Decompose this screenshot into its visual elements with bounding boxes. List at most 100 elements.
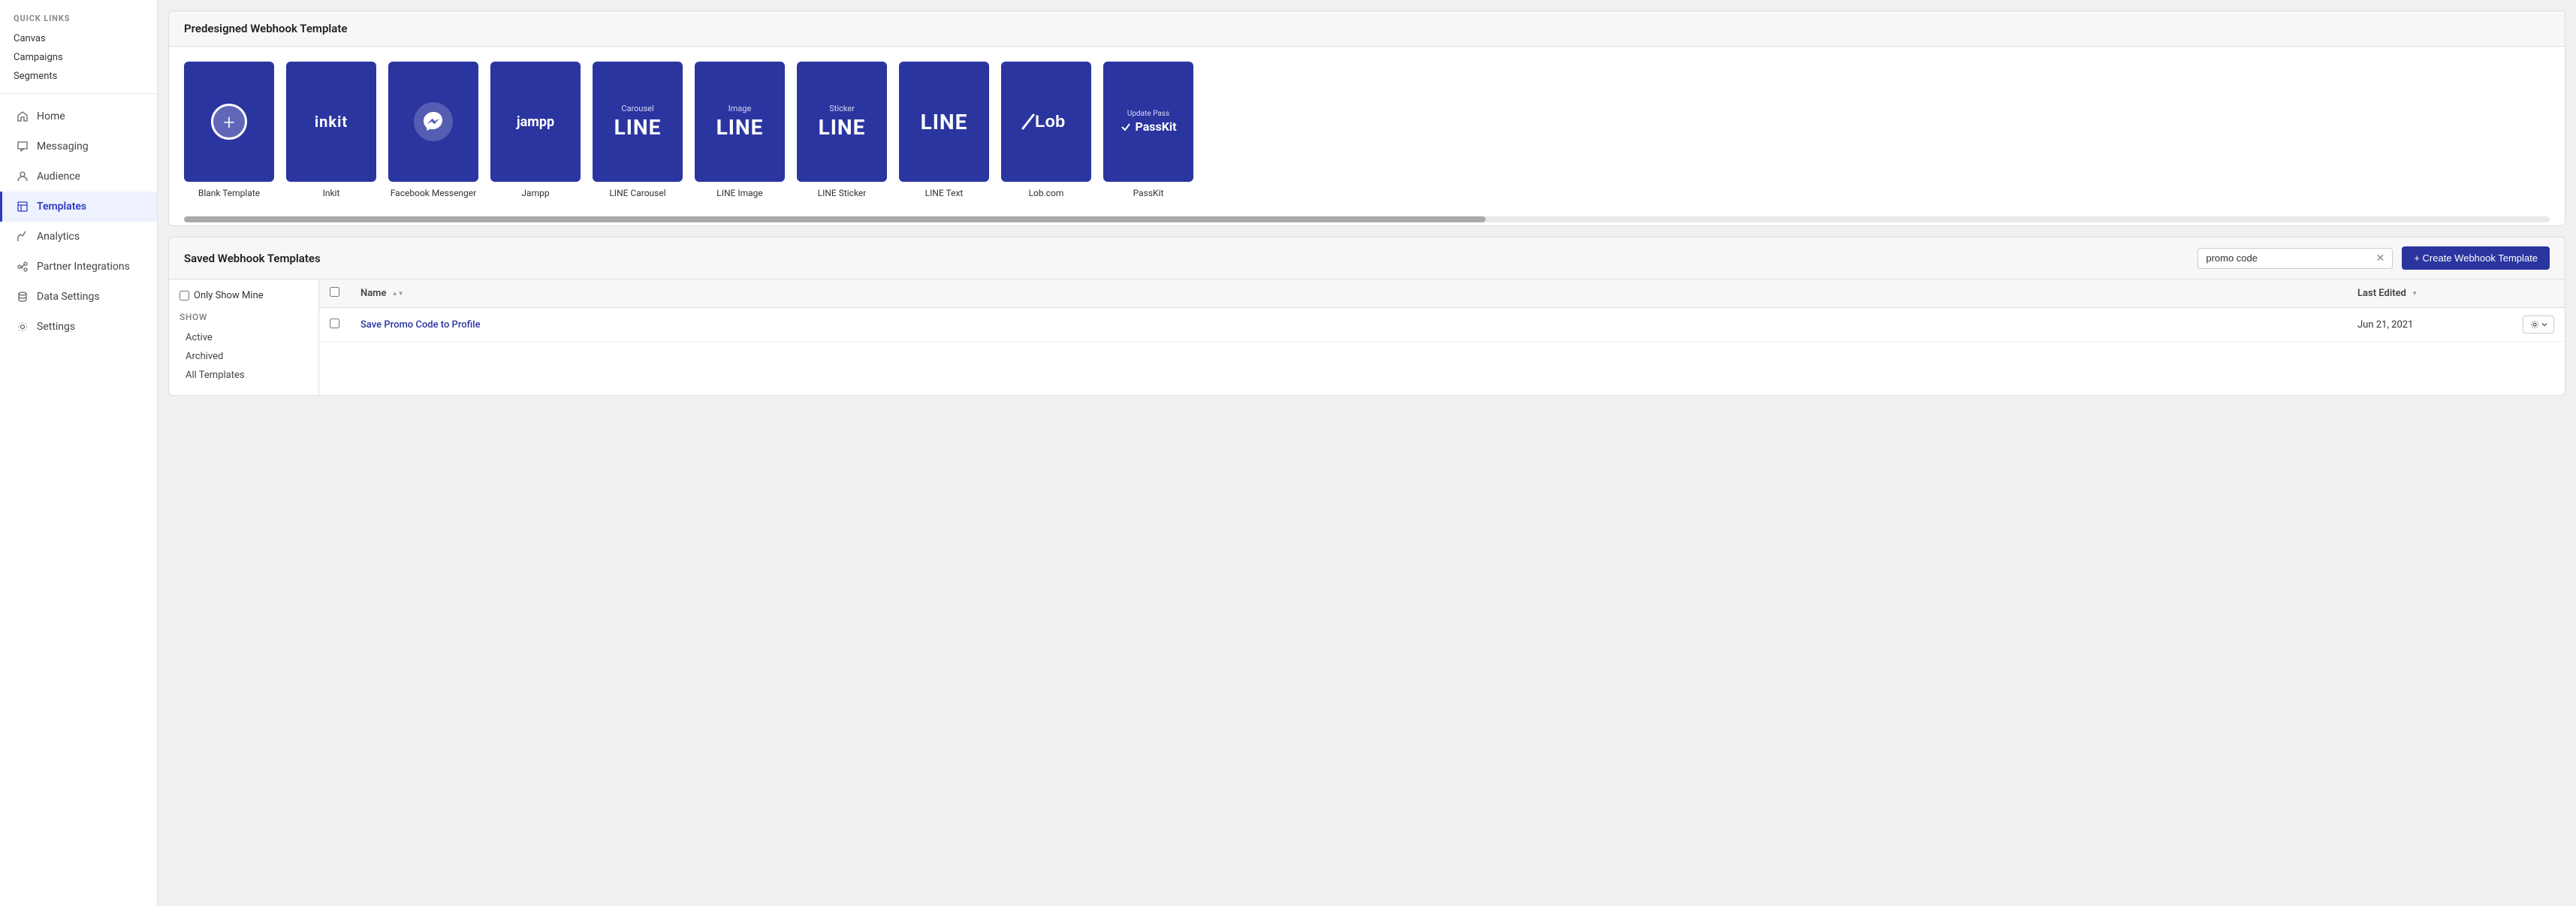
- passkit-logo: PassKit: [1120, 119, 1176, 134]
- sidebar-item-messaging-label: Messaging: [37, 140, 89, 153]
- template-card-label-messenger: Facebook Messenger: [391, 188, 476, 198]
- line-carousel-logo: LINE: [614, 115, 662, 140]
- template-card-line-text[interactable]: LINE LINE Text: [899, 62, 989, 198]
- plus-circle-icon: +: [211, 104, 247, 140]
- row-actions-cell: [2512, 308, 2565, 342]
- show-mine-checkbox[interactable]: [179, 291, 189, 300]
- template-card-lob[interactable]: Lob Lob.com: [1001, 62, 1091, 198]
- header-last-edited-col[interactable]: Last Edited ▼: [2347, 279, 2512, 308]
- sidebar-item-audience[interactable]: Audience: [0, 162, 157, 192]
- template-card-label-passkit: PassKit: [1133, 188, 1164, 198]
- main-content: Predesigned Webhook Template + Blank Tem…: [158, 0, 2576, 906]
- template-card-facebook-messenger[interactable]: Facebook Messenger: [388, 62, 478, 198]
- only-show-mine-row: Only Show Mine: [179, 290, 308, 301]
- sidebar-item-home-label: Home: [37, 110, 65, 122]
- data-settings-icon: [16, 290, 29, 304]
- predesigned-section-header: Predesigned Webhook Template: [169, 11, 2565, 47]
- row-settings-button[interactable]: [2523, 316, 2554, 334]
- sidebar-item-templates-label: Templates: [37, 201, 86, 213]
- template-card-line-carousel[interactable]: Carousel LINE LINE Carousel: [593, 62, 683, 198]
- sidebar-item-messaging[interactable]: Messaging: [0, 131, 157, 162]
- sidebar-item-settings[interactable]: Settings: [0, 312, 157, 342]
- sidebar-divider: [0, 93, 157, 94]
- last-edited-sort-icons: ▼: [2412, 291, 2418, 297]
- jampp-logo: jampp: [517, 114, 554, 130]
- sidebar-item-templates[interactable]: Templates: [0, 192, 157, 222]
- messenger-icon: [414, 102, 453, 141]
- sidebar-item-settings-label: Settings: [37, 321, 75, 333]
- sidebar-link-canvas[interactable]: Canvas: [0, 29, 157, 48]
- sidebar-item-analytics[interactable]: Analytics: [0, 222, 157, 252]
- sidebar: QUICK LINKS Canvas Campaigns Segments Ho…: [0, 0, 158, 906]
- show-mine-label[interactable]: Only Show Mine: [194, 290, 264, 301]
- template-card-img-passkit: Update Pass PassKit: [1103, 62, 1193, 182]
- predesigned-section-title: Predesigned Webhook Template: [184, 22, 347, 35]
- sidebar-item-home[interactable]: Home: [0, 101, 157, 131]
- template-card-inkit[interactable]: inkit Inkit: [286, 62, 376, 198]
- template-card-img-line-image: Image LINE: [695, 62, 785, 182]
- show-filter-label: Show: [179, 312, 308, 322]
- table-header-row: Name ▲▼ Last Edited ▼: [319, 279, 2565, 308]
- saved-section-title: Saved Webhook Templates: [184, 252, 321, 265]
- search-input[interactable]: [2206, 252, 2371, 264]
- sidebar-link-segments[interactable]: Segments: [0, 67, 157, 86]
- template-card-jampp[interactable]: jampp Jampp: [490, 62, 581, 198]
- sidebar-link-campaigns[interactable]: Campaigns: [0, 48, 157, 67]
- template-card-label-blank: Blank Template: [198, 188, 260, 198]
- settings-icon: [16, 320, 29, 334]
- template-card-line-sticker[interactable]: Sticker LINE LINE Sticker: [797, 62, 887, 198]
- filter-option-all-templates[interactable]: All Templates: [179, 366, 308, 385]
- table-body: Save Promo Code to Profile Jun 21, 2021: [319, 308, 2565, 342]
- saved-section: Saved Webhook Templates ✕ + Create Webho…: [168, 237, 2565, 396]
- sidebar-item-data-settings-label: Data Settings: [37, 291, 100, 303]
- template-card-blank[interactable]: + Blank Template: [184, 62, 274, 198]
- sidebar-item-partner-integrations[interactable]: Partner Integrations: [0, 252, 157, 282]
- search-box[interactable]: ✕: [2197, 248, 2393, 269]
- template-card-img-inkit: inkit: [286, 62, 376, 182]
- create-webhook-button[interactable]: + Create Webhook Template: [2402, 246, 2550, 270]
- row-checkbox[interactable]: [330, 319, 339, 328]
- template-card-label-inkit: Inkit: [323, 188, 340, 198]
- analytics-icon: [16, 230, 29, 243]
- templates-scroll: + Blank Template inkit Inkit: [169, 47, 2565, 213]
- partner-icon: [16, 260, 29, 273]
- header-actions-col: [2512, 279, 2565, 308]
- row-checkbox-cell: [319, 308, 350, 342]
- sidebar-item-partner-integrations-label: Partner Integrations: [37, 261, 130, 273]
- line-image-sub: Image: [728, 104, 752, 113]
- table-header: Name ▲▼ Last Edited ▼: [319, 279, 2565, 308]
- svg-text:Lob: Lob: [1035, 112, 1065, 131]
- filter-option-active[interactable]: Active: [179, 328, 308, 347]
- line-sticker-logo: LINE: [819, 115, 866, 140]
- horizontal-scrollbar[interactable]: [184, 216, 2550, 222]
- saved-table-container: Name ▲▼ Last Edited ▼: [319, 279, 2565, 395]
- row-name-link[interactable]: Save Promo Code to Profile: [360, 319, 481, 331]
- row-name-cell: Save Promo Code to Profile: [350, 308, 2347, 342]
- template-card-line-image[interactable]: Image LINE LINE Image: [695, 62, 785, 198]
- header-name-col[interactable]: Name ▲▼: [350, 279, 2347, 308]
- line-image-logo: LINE: [716, 115, 764, 140]
- template-card-label-lob: Lob.com: [1029, 188, 1064, 198]
- template-card-img-line-carousel: Carousel LINE: [593, 62, 683, 182]
- row-last-edited-cell: Jun 21, 2021: [2347, 308, 2512, 342]
- select-all-checkbox[interactable]: [330, 287, 339, 297]
- template-card-img-line-text: LINE: [899, 62, 989, 182]
- sidebar-item-analytics-label: Analytics: [37, 231, 80, 243]
- template-card-img-lob: Lob: [1001, 62, 1091, 182]
- templates-icon: [16, 200, 29, 213]
- quick-links-label: QUICK LINKS: [0, 0, 157, 29]
- template-card-passkit[interactable]: Update Pass PassKit PassKit: [1103, 62, 1193, 198]
- sidebar-item-data-settings[interactable]: Data Settings: [0, 282, 157, 312]
- template-card-label-jampp: Jampp: [521, 188, 549, 198]
- template-card-label-line-sticker: LINE Sticker: [818, 188, 867, 198]
- template-card-img-blank: +: [184, 62, 274, 182]
- table-row: Save Promo Code to Profile Jun 21, 2021: [319, 308, 2565, 342]
- search-clear-button[interactable]: ✕: [2376, 252, 2385, 264]
- template-card-img-jampp: jampp: [490, 62, 581, 182]
- template-card-label-line-image: LINE Image: [716, 188, 763, 198]
- predesigned-section: Predesigned Webhook Template + Blank Tem…: [168, 11, 2565, 226]
- filter-option-archived[interactable]: Archived: [179, 347, 308, 366]
- templates-row: + Blank Template inkit Inkit: [184, 62, 2550, 206]
- saved-header-controls: ✕ + Create Webhook Template: [2197, 246, 2550, 270]
- header-last-edited-label: Last Edited: [2357, 288, 2406, 299]
